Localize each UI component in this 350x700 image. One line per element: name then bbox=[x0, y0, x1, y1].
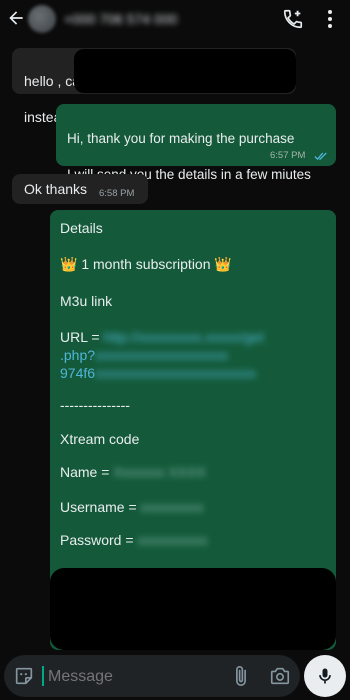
password-label: Password = bbox=[60, 532, 138, 548]
message-text: Ok thanks bbox=[24, 181, 88, 197]
message-input[interactable] bbox=[46, 663, 220, 691]
username-label: Username = bbox=[60, 499, 141, 515]
url-label: URL = bbox=[60, 329, 104, 345]
message-input-bar bbox=[4, 655, 300, 697]
microphone-icon bbox=[319, 668, 331, 684]
message-time: 6:58 PM bbox=[99, 188, 135, 199]
url-link[interactable]: http://xxxxxxxxx.xxxxx/get bbox=[103, 329, 263, 345]
url-line: URL = http://xxxxxxxxx.xxxxx/get bbox=[60, 328, 264, 346]
password-line: Password = xxxxxxxxxx bbox=[60, 531, 207, 549]
url-line: 974f6xxxxxxxxxxxxxxxxxxxxxxx bbox=[60, 364, 256, 382]
divider-line: --------------- bbox=[60, 397, 130, 413]
xtream-code-label: Xtream code bbox=[60, 431, 140, 447]
url-link[interactable]: 974f6 bbox=[60, 365, 95, 381]
message-time: 6:57 PM bbox=[270, 150, 306, 161]
chat-header: +000 706 574 000 bbox=[0, 0, 350, 38]
text-cursor bbox=[42, 666, 44, 686]
url-link[interactable]: .php? bbox=[60, 347, 95, 363]
message-text-line: Hi, thank you for making the purchase bbox=[67, 131, 295, 146]
message-text-line: hello , ca bbox=[24, 73, 81, 89]
sticker-icon[interactable] bbox=[13, 665, 35, 687]
url-line: .php?xxxxxxxxxxxxxxxxxxx bbox=[60, 346, 228, 364]
url-link[interactable]: xxxxxxxxxxxxxxxxxxxxxxx bbox=[95, 365, 256, 381]
incoming-message[interactable]: Ok thanks 6:58 PM bbox=[12, 174, 148, 204]
subscription-line: 👑 1 month subscription 👑 bbox=[60, 256, 232, 272]
details-heading: Details bbox=[60, 220, 103, 236]
username-line: Username = xxxxxxxxx bbox=[60, 498, 204, 516]
outgoing-message[interactable]: Hi, thank you for making the purchase I … bbox=[56, 104, 336, 182]
name-label: Name = bbox=[60, 464, 114, 480]
voice-message-button[interactable] bbox=[304, 655, 346, 697]
name-line: Name = Xxxxxxx XXXX bbox=[60, 463, 206, 481]
add-call-icon[interactable] bbox=[282, 8, 304, 30]
more-vert-icon[interactable] bbox=[322, 8, 338, 30]
name-value: Xxxxxxx XXXX bbox=[113, 464, 206, 480]
redaction-block bbox=[74, 49, 296, 93]
avatar[interactable] bbox=[28, 5, 56, 33]
m3u-link-label: M3u link bbox=[60, 293, 113, 309]
back-arrow-icon[interactable] bbox=[6, 8, 26, 28]
password-value: xxxxxxxxxx bbox=[137, 532, 208, 548]
url-link[interactable]: xxxxxxxxxxxxxxxxxxx bbox=[95, 347, 228, 363]
attach-icon[interactable] bbox=[230, 665, 252, 687]
camera-icon[interactable] bbox=[269, 665, 291, 687]
redaction-block bbox=[50, 568, 336, 650]
read-receipt-icon bbox=[314, 152, 327, 161]
contact-name[interactable]: +000 706 574 000 bbox=[64, 11, 177, 27]
username-value: xxxxxxxxx bbox=[140, 499, 204, 515]
